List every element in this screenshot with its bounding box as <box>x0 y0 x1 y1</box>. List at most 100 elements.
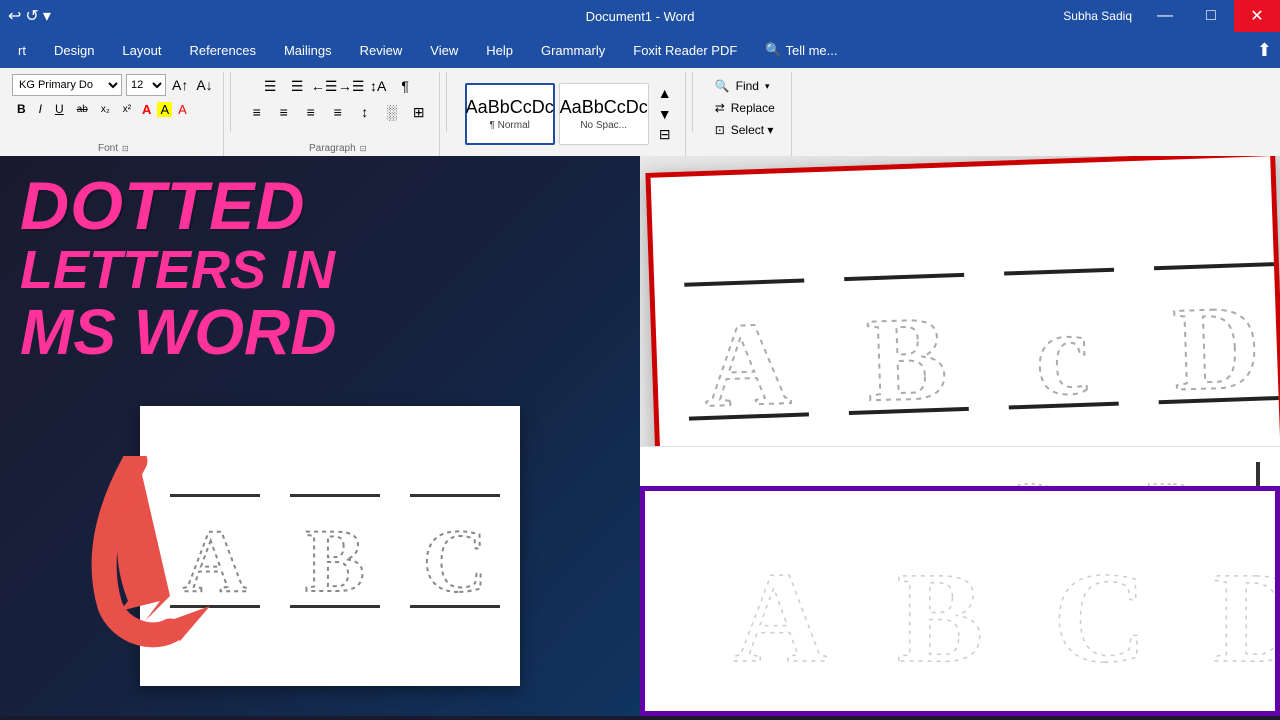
dotted-b-svg: B <box>290 501 380 601</box>
find-icon: 🔍 <box>715 79 730 93</box>
tab-search[interactable]: 🔍 Tell me... <box>751 32 851 68</box>
thumbnail-overlay-text: DOTTED LETTERS IN MS WORD <box>20 171 336 366</box>
tab-grammarly[interactable]: Grammarly <box>527 32 619 68</box>
main-area: DOTTED LETTERS IN MS WORD A B <box>0 156 1280 716</box>
font-color-button[interactable]: A <box>139 102 154 117</box>
font-group: KG Primary Do 12 A↑ A↓ B I U ab x₂ x² A … <box>4 72 224 156</box>
styles-gallery: AaBbCcDc ¶ Normal AaBbCcDc No Spac... <box>461 79 653 149</box>
tab-view[interactable]: View <box>416 32 472 68</box>
grow-font-button[interactable]: A↑ <box>170 77 190 93</box>
bold-button[interactable]: B <box>12 101 31 117</box>
shrink-font-button[interactable]: A↓ <box>194 77 214 93</box>
editing-group: 🔍 Find ▾ ⇄ Replace ⊡ Select ▾ <box>699 72 792 156</box>
redo-button[interactable]: ↺ <box>25 6 38 26</box>
dotted-c-svg: C <box>410 501 500 601</box>
line-spacing-button[interactable]: ↕ <box>353 100 377 124</box>
svg-text:D: D <box>1171 280 1262 401</box>
font-selector-row: KG Primary Do 12 A↑ A↓ <box>12 74 215 96</box>
tab-review[interactable]: Review <box>346 32 417 68</box>
red-card-b-svg: B <box>844 277 968 411</box>
justify-button[interactable]: ≡ <box>326 100 350 124</box>
svg-text:C: C <box>423 512 488 601</box>
paragraph-row2: ≡ ≡ ≡ ≡ ↕ ░ ⊞ <box>245 100 431 124</box>
document-title: Document1 - Word <box>586 9 695 24</box>
purple-a-svg: A <box>715 526 845 676</box>
undo-redo-area: ↩ ↺ ▾ <box>0 6 51 26</box>
user-name: Subha Sadiq <box>1063 9 1132 23</box>
styles-scroll-up[interactable]: ▲ <box>653 83 677 104</box>
red-card-letter-c: c <box>1004 268 1119 410</box>
undo-button[interactable]: ↩ <box>8 6 21 26</box>
purple-d-svg: D <box>1195 526 1280 676</box>
purple-card-content: A B C D <box>645 491 1275 711</box>
subscript-button[interactable]: x₂ <box>96 103 115 116</box>
divider-2 <box>446 72 447 132</box>
find-button[interactable]: 🔍 Find ▾ <box>707 76 783 96</box>
italic-button[interactable]: I <box>34 101 47 117</box>
font-family-select[interactable]: KG Primary Do <box>12 74 122 96</box>
arrow-graphic <box>80 456 240 656</box>
font-color-a-button[interactable]: A <box>175 102 190 117</box>
right-word-area: A B c <box>640 156 1280 716</box>
numbered-list-button[interactable]: ☰ <box>285 74 309 98</box>
red-card-c-svg: c <box>1004 272 1118 406</box>
svg-text:D: D <box>1213 546 1280 676</box>
style-normal[interactable]: AaBbCcDc ¶ Normal <box>465 83 555 145</box>
close-button[interactable]: ✕ <box>1234 0 1280 32</box>
select-icon: ⊡ <box>715 123 725 137</box>
tab-design[interactable]: Design <box>40 32 108 68</box>
quick-access-more[interactable]: ▾ <box>43 6 51 26</box>
letter-c-preview: C <box>410 494 500 608</box>
replace-icon: ⇄ <box>715 101 725 115</box>
search-icon: 🔍 <box>765 42 781 58</box>
show-marks-button[interactable]: ¶ <box>393 74 417 98</box>
purple-b-svg: B <box>875 526 1005 676</box>
underline-button[interactable]: U <box>50 101 69 117</box>
paragraph-expand-icon[interactable]: ⊡ <box>360 144 367 153</box>
font-expand-icon[interactable]: ⊡ <box>122 144 129 153</box>
align-left-button[interactable]: ≡ <box>245 100 269 124</box>
maximize-button[interactable]: □ <box>1188 0 1234 32</box>
styles-more[interactable]: ⊟ <box>653 124 677 145</box>
paragraph-group-label: Paragraph ⊡ <box>245 143 431 154</box>
divider-1 <box>230 72 231 132</box>
paragraph-group: ☰ ☰ ←☰ →☰ ↕A ¶ ≡ ≡ ≡ ≡ ↕ ░ ⊞ Paragraph ⊡ <box>237 72 440 156</box>
title-bar: ↩ ↺ ▾ Document1 - Word Subha Sadiq — □ ✕ <box>0 0 1280 32</box>
svg-text:B: B <box>865 291 950 411</box>
style-no-spacing[interactable]: AaBbCcDc No Spac... <box>559 83 649 145</box>
tab-layout[interactable]: Layout <box>108 32 175 68</box>
select-button[interactable]: ⊡ Select ▾ <box>707 120 783 140</box>
replace-button[interactable]: ⇄ Replace <box>707 98 783 118</box>
tab-references[interactable]: References <box>175 32 269 68</box>
tab-home-partial[interactable]: rt <box>4 32 40 68</box>
styles-scroll-controls: ▲ ▼ ⊟ <box>653 79 677 149</box>
red-card-letter-a: A <box>684 279 809 421</box>
align-center-button[interactable]: ≡ <box>272 100 296 124</box>
strikethrough-button[interactable]: ab <box>72 103 93 116</box>
minimize-button[interactable]: — <box>1142 0 1188 32</box>
purple-border-card: A B C D <box>640 486 1280 716</box>
increase-indent-button[interactable]: →☰ <box>339 74 363 98</box>
styles-scroll-down[interactable]: ▼ <box>653 104 677 125</box>
svg-text:C: C <box>1053 546 1147 676</box>
purple-c-svg: C <box>1035 526 1165 676</box>
decrease-indent-button[interactable]: ←☰ <box>312 74 336 98</box>
superscript-button[interactable]: x² <box>118 103 136 116</box>
bullets-button[interactable]: ☰ <box>258 74 282 98</box>
red-card-a-svg: A <box>684 283 808 417</box>
highlight-button[interactable]: A <box>157 102 172 117</box>
share-icon[interactable]: ⬆ <box>1257 40 1280 61</box>
tab-mailings[interactable]: Mailings <box>270 32 346 68</box>
thumbnail-area: DOTTED LETTERS IN MS WORD A B <box>0 156 640 716</box>
font-size-select[interactable]: 12 <box>126 74 166 96</box>
align-right-button[interactable]: ≡ <box>299 100 323 124</box>
tab-foxit[interactable]: Foxit Reader PDF <box>619 32 751 68</box>
divider-3 <box>692 72 693 132</box>
sort-button[interactable]: ↕A <box>366 74 390 98</box>
letter-b-preview: B <box>290 494 380 608</box>
font-group-label: Font ⊡ <box>12 143 215 154</box>
borders-button[interactable]: ⊞ <box>407 100 431 124</box>
ribbon-content: KG Primary Do 12 A↑ A↓ B I U ab x₂ x² A … <box>0 68 1280 156</box>
shading-button[interactable]: ░ <box>380 100 404 124</box>
tab-help[interactable]: Help <box>472 32 527 68</box>
